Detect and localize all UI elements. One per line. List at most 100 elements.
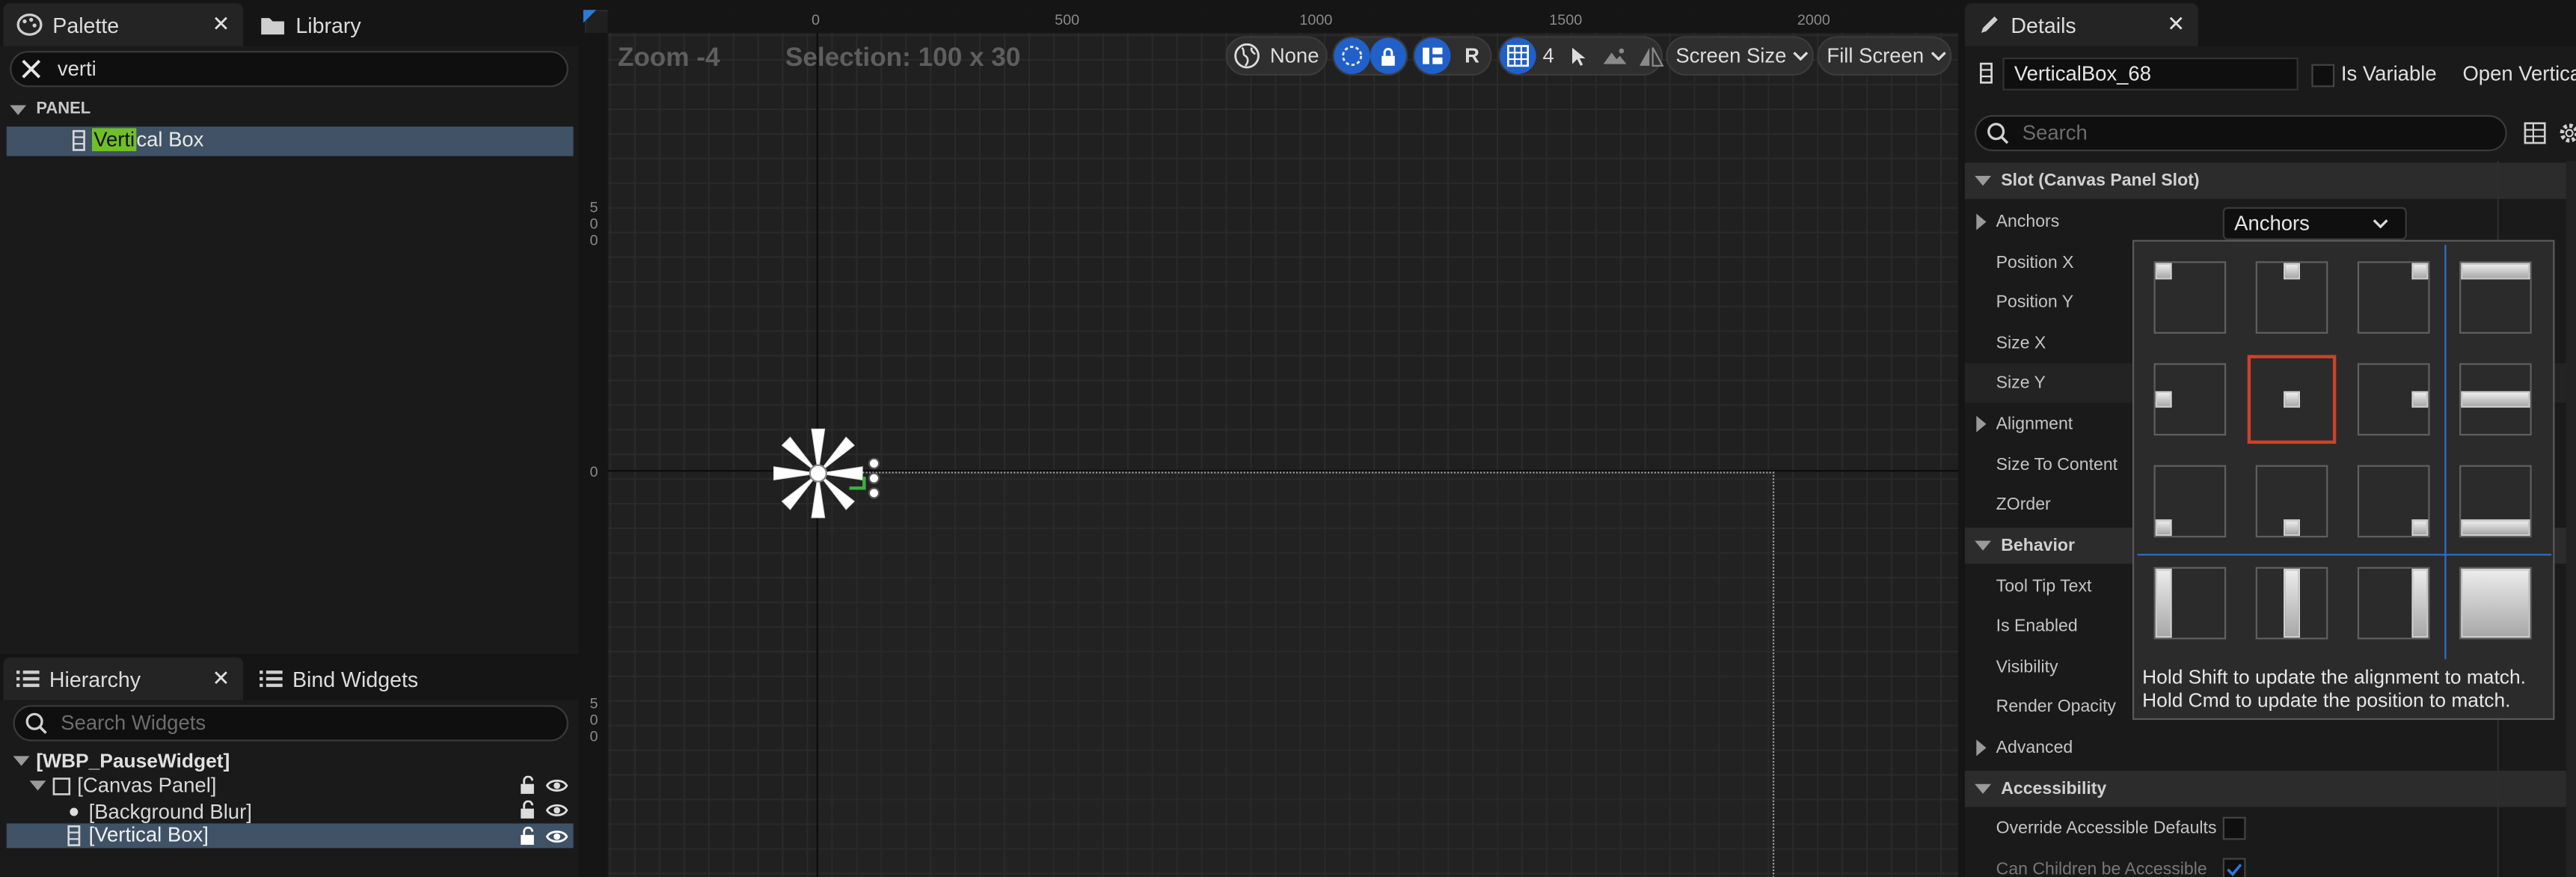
- is-variable-checkbox[interactable]: [2311, 64, 2335, 88]
- anchor-center-stretch-vertical[interactable]: [2241, 552, 2343, 654]
- palette-section-panel[interactable]: PANEL: [10, 100, 91, 118]
- lock-button[interactable]: [1370, 37, 1407, 74]
- tree-item-root-label: [WBP_PauseWidget]: [36, 749, 230, 773]
- close-icon[interactable]: ✕: [212, 666, 230, 692]
- tab-library[interactable]: Library: [246, 3, 492, 46]
- property-label: Alignment: [1996, 414, 2073, 434]
- advanced-row[interactable]: Advanced: [1965, 728, 2569, 768]
- accessibility-section-header[interactable]: Accessibility: [1964, 771, 2570, 807]
- cursor-icon[interactable]: [1561, 38, 1597, 74]
- close-icon[interactable]: ✕: [212, 11, 230, 37]
- chevron-down-icon: [2373, 219, 2389, 229]
- property-label: Size Y: [1996, 373, 2046, 393]
- list-icon: [260, 669, 283, 688]
- fill-screen-label: Fill Screen: [1827, 44, 1925, 68]
- mirror-triangle-icon[interactable]: [1633, 38, 1669, 74]
- grid-snap-value[interactable]: 4: [1542, 44, 1554, 67]
- anchor-center-stretch[interactable]: [2444, 349, 2546, 450]
- eye-icon[interactable]: [545, 777, 568, 794]
- mountain-image-icon[interactable]: [1597, 38, 1633, 74]
- collapse-arrow-icon: [1975, 540, 1992, 551]
- anchor-center-left[interactable]: [2139, 349, 2241, 450]
- anchors-dropdown[interactable]: Anchors: [2222, 207, 2407, 240]
- expand-arrow-icon[interactable]: [1976, 415, 1987, 433]
- popup-tip-shift: Hold Shift to update the alignment to ma…: [2142, 665, 2526, 689]
- anchor-top-stretch[interactable]: [2444, 246, 2546, 348]
- palette-search-input[interactable]: verti: [10, 51, 568, 88]
- dotted-circle-button[interactable]: [1334, 37, 1370, 74]
- anchor-center-right[interactable]: [2343, 349, 2444, 450]
- lock-icon[interactable]: [518, 826, 537, 846]
- widget-name-field[interactable]: VerticalBox_68: [2002, 57, 2299, 91]
- details-search-placeholder: Search: [2022, 121, 2088, 145]
- slot-section-label: Slot (Canvas Panel Slot): [2001, 171, 2200, 191]
- tree-item-background-blur[interactable]: [Background Blur]: [69, 801, 252, 823]
- hierarchy-search-input[interactable]: Search Widgets: [13, 705, 568, 742]
- anchor-fill[interactable]: [2444, 552, 2546, 654]
- property-row-override-accessible: Override Accessible Defaults: [1965, 809, 2569, 849]
- collapse-arrow-icon: [13, 756, 30, 766]
- layout-snap-button[interactable]: [1414, 37, 1451, 74]
- resize-handle[interactable]: [868, 457, 881, 471]
- accessibility-section-label: Accessibility: [2001, 779, 2107, 799]
- screen-size-dropdown[interactable]: Screen Size: [1666, 36, 1814, 76]
- lock-icon[interactable]: [518, 775, 537, 795]
- vertical-ruler: 5 0 0 0 5 0 0: [584, 32, 608, 877]
- table-view-icon[interactable]: [2524, 122, 2547, 145]
- tab-details[interactable]: Details ✕: [1964, 3, 2198, 46]
- ruler-tick-label: 1500: [1549, 11, 1583, 28]
- tab-palette-label: Palette: [52, 12, 120, 37]
- property-label: Can Children be Accessible: [1996, 859, 2207, 877]
- gear-icon[interactable]: [2558, 122, 2576, 145]
- collapse-arrow-icon: [1975, 176, 1992, 186]
- localization-preview-dropdown[interactable]: None: [1225, 36, 1328, 76]
- tab-bind-widgets[interactable]: Bind Widgets: [246, 658, 492, 700]
- slot-section-header[interactable]: Slot (Canvas Panel Slot): [1964, 162, 2570, 199]
- lock-icon[interactable]: [518, 800, 537, 820]
- anchor-bottom-stretch[interactable]: [2444, 450, 2546, 552]
- tab-palette[interactable]: Palette ✕: [3, 3, 244, 46]
- anchor-medallion[interactable]: [769, 424, 868, 523]
- respect-locks-group: [1332, 36, 1408, 76]
- anchor-bottom-center[interactable]: [2241, 450, 2343, 552]
- anchor-bottom-left[interactable]: [2139, 450, 2241, 552]
- close-icon[interactable]: ✕: [2167, 11, 2185, 37]
- eye-icon[interactable]: [545, 828, 568, 845]
- expand-arrow-icon[interactable]: [1976, 213, 1987, 230]
- search-icon: [1986, 122, 2009, 145]
- tree-item-canvas-label: [Canvas Panel]: [77, 774, 217, 798]
- vertical-box-icon: [72, 129, 86, 152]
- popup-divider-vertical: [2444, 245, 2447, 659]
- fill-screen-dropdown[interactable]: Fill Screen: [1817, 36, 1952, 76]
- anchor-bottom-right[interactable]: [2343, 450, 2444, 552]
- anchor-top-center[interactable]: [2241, 246, 2343, 348]
- anchor-top-right[interactable]: [2343, 246, 2444, 348]
- palette-search-value: verti: [57, 57, 96, 81]
- screen-size-label: Screen Size: [1675, 44, 1787, 68]
- tab-hierarchy[interactable]: Hierarchy ✕: [3, 657, 244, 700]
- eye-icon[interactable]: [545, 802, 568, 819]
- anchors-dropdown-label: Anchors: [2234, 212, 2310, 236]
- open-vertical-box-link[interactable]: Open Vertica: [2462, 62, 2576, 85]
- resize-handle[interactable]: [868, 471, 881, 485]
- details-scrollbar[interactable]: [2566, 161, 2576, 877]
- override-accessible-checkbox[interactable]: [2222, 816, 2246, 840]
- expand-arrow-icon[interactable]: [1976, 739, 1987, 757]
- anchor-top-left[interactable]: [2139, 246, 2241, 348]
- property-label: Override Accessible Defaults: [1996, 818, 2217, 839]
- details-search-input[interactable]: Search: [1975, 114, 2507, 152]
- anchor-left-stretch-vertical[interactable]: [2139, 552, 2241, 654]
- clear-search-icon[interactable]: [22, 59, 41, 79]
- palette-item-label: Verti cal Box: [92, 128, 203, 151]
- grid-icon[interactable]: [1500, 37, 1536, 74]
- tree-item-vertical-box[interactable]: [Vertical Box]: [6, 823, 574, 849]
- r-toggle-button[interactable]: R: [1454, 38, 1490, 74]
- anchor-center[interactable]: [2241, 349, 2343, 450]
- resize-handle[interactable]: [868, 486, 881, 500]
- property-label: Is Enabled: [1996, 616, 2078, 637]
- palette-item-vertical-box[interactable]: Verti cal Box: [6, 126, 574, 156]
- tree-item-canvas-panel[interactable]: [Canvas Panel]: [29, 774, 217, 798]
- tree-item-root[interactable]: [WBP_PauseWidget]: [13, 749, 230, 773]
- folder-icon: [260, 14, 286, 36]
- anchor-right-stretch-vertical[interactable]: [2343, 552, 2444, 654]
